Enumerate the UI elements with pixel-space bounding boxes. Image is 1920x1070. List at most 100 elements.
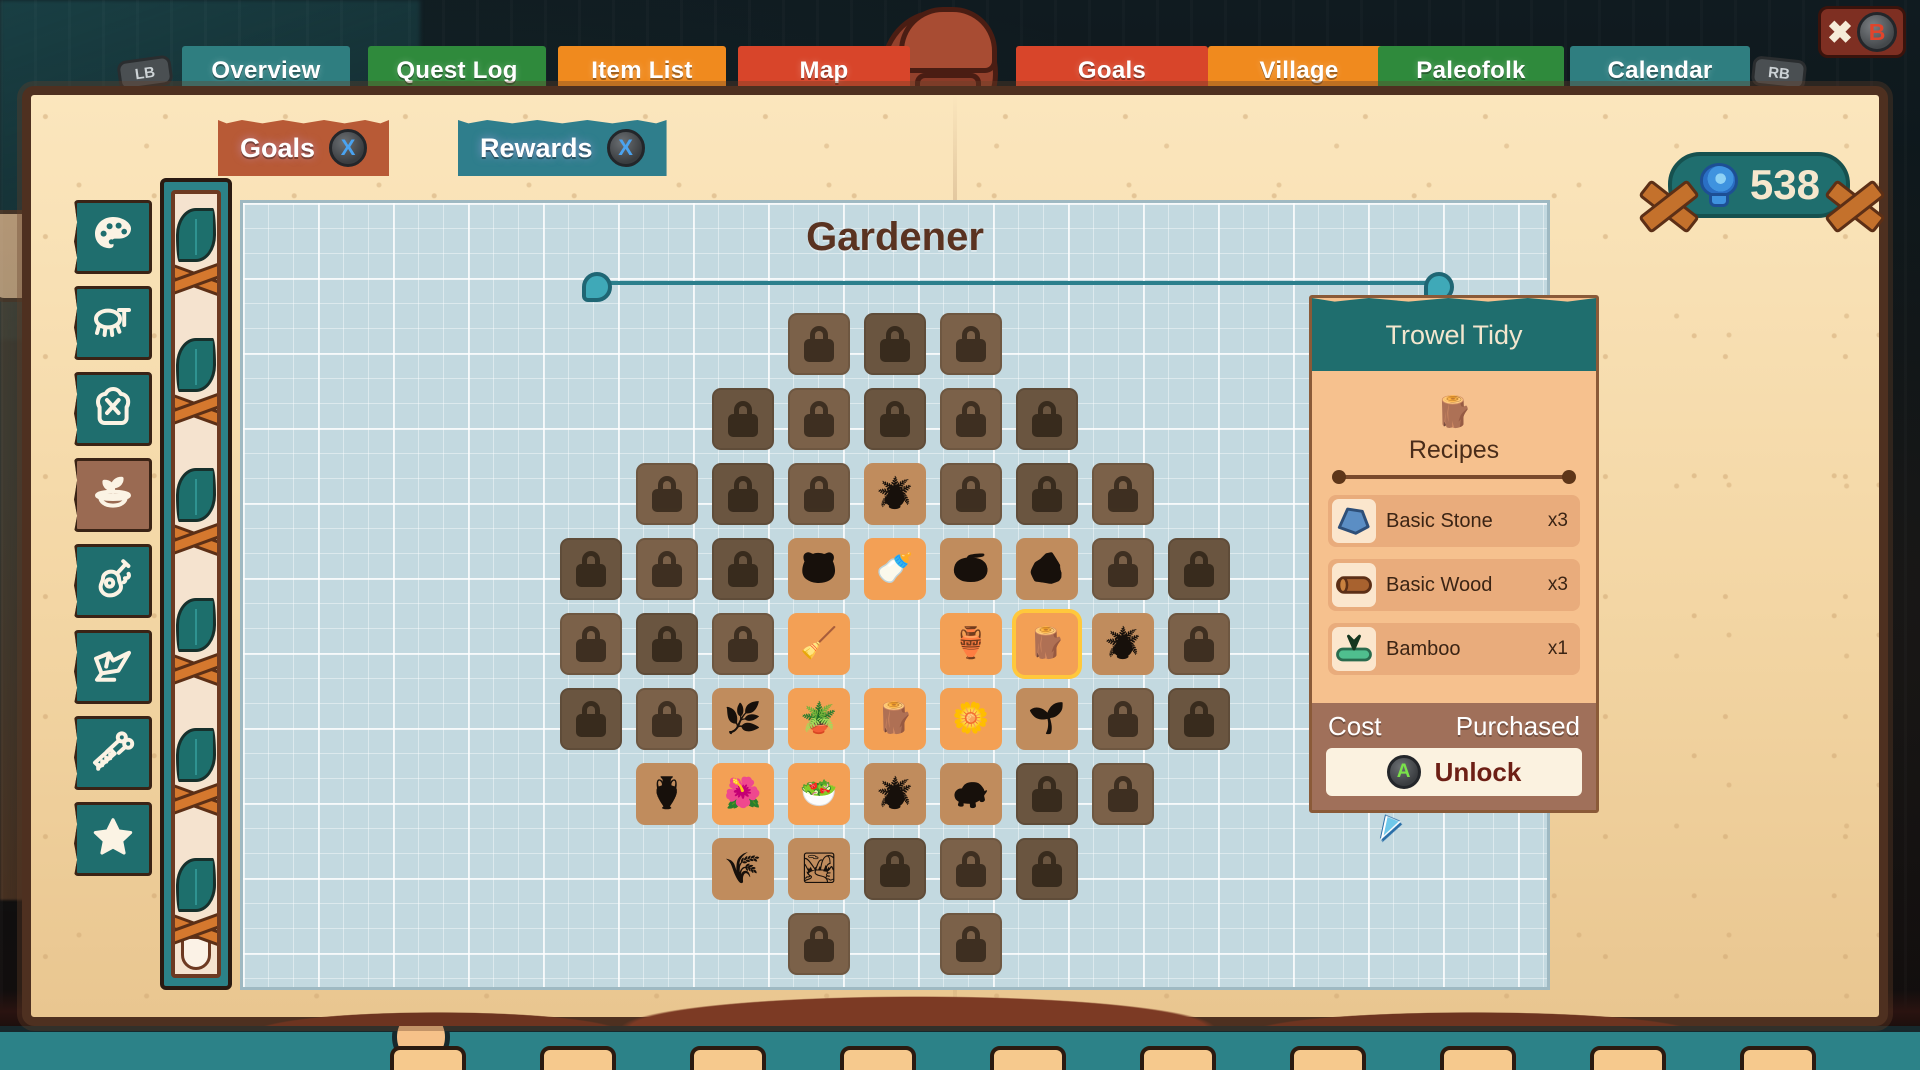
item-tile-seed-bag[interactable]: 🍼: [864, 538, 926, 600]
locked-tile[interactable]: [1168, 688, 1230, 750]
item-icon: 🪴: [876, 477, 914, 510]
hotbar-slot[interactable]: [1140, 1046, 1216, 1070]
locked-tile[interactable]: [940, 313, 1002, 375]
locked-tile[interactable]: [1092, 688, 1154, 750]
item-icon: 🥌: [952, 552, 990, 585]
locked-tile[interactable]: [636, 538, 698, 600]
locked-tile[interactable]: [1092, 763, 1154, 825]
lock-icon: [576, 551, 606, 587]
hotbar-slot[interactable]: [1290, 1046, 1366, 1070]
item-tile-herb-planter[interactable]: 🪴: [788, 688, 850, 750]
hotbar-slot[interactable]: [1740, 1046, 1816, 1070]
item-tile-spiky-plant[interactable]: 🌱: [1016, 688, 1078, 750]
locked-tile[interactable]: [788, 913, 850, 975]
item-tile-urn[interactable]: 🏺: [636, 763, 698, 825]
item-tile-bonsai[interactable]: 🪴: [1092, 613, 1154, 675]
subtab-rewards[interactable]: Rewards X: [458, 120, 667, 176]
locked-tile[interactable]: [788, 388, 850, 450]
locked-tile[interactable]: [788, 463, 850, 525]
item-tile-topiary[interactable]: 🐻: [788, 538, 850, 600]
locked-tile[interactable]: [1016, 763, 1078, 825]
item-tile-flower-trough[interactable]: 🥗: [788, 763, 850, 825]
sidebar-item-musician[interactable]: [74, 544, 152, 618]
item-tile-rake[interactable]: 🧹: [788, 613, 850, 675]
item-tile-seedling-pot[interactable]: 🪴: [864, 463, 926, 525]
locked-tile[interactable]: [712, 463, 774, 525]
item-icon: 🌼: [952, 702, 990, 735]
sidebar-item-origami[interactable]: [74, 630, 152, 704]
locked-tile[interactable]: [560, 538, 622, 600]
hotbar[interactable]: [0, 1006, 1920, 1070]
sidebar-item-archaeologist[interactable]: [74, 286, 152, 360]
item-tile-rock-garden[interactable]: 🏞: [788, 838, 850, 900]
locked-tile[interactable]: [712, 388, 774, 450]
locked-tile[interactable]: [1168, 613, 1230, 675]
lock-icon: [1032, 476, 1062, 512]
item-tile-flower-bouquet[interactable]: 🌺: [712, 763, 774, 825]
currency-right-cross-icon: [1824, 174, 1880, 230]
locked-tile[interactable]: [940, 388, 1002, 450]
item-tile-sapling[interactable]: 🌾: [712, 838, 774, 900]
locked-tile[interactable]: [940, 838, 1002, 900]
lock-icon: [728, 626, 758, 662]
locked-tile[interactable]: [940, 913, 1002, 975]
item-tile-flower-bed[interactable]: 🌼: [940, 688, 1002, 750]
unlock-button[interactable]: A Unlock: [1326, 748, 1582, 796]
locked-tile[interactable]: [636, 613, 698, 675]
locked-tile[interactable]: [712, 613, 774, 675]
x-button-icon: X: [606, 129, 645, 167]
locked-tile[interactable]: [560, 613, 622, 675]
bookmark-ribbon[interactable]: [160, 178, 232, 990]
item-tile-sprout-bowl[interactable]: 🪴: [864, 763, 926, 825]
hotbar-slot[interactable]: [390, 1046, 466, 1070]
hotbar-slot[interactable]: [840, 1046, 916, 1070]
item-tile-shrub[interactable]: 🌿: [712, 688, 774, 750]
locked-tile[interactable]: [1092, 538, 1154, 600]
item-tile-stone-pile[interactable]: 🪨: [1016, 538, 1078, 600]
item-tile-rock-basket[interactable]: 🥌: [940, 538, 1002, 600]
sidebar-item-artist[interactable]: [74, 200, 152, 274]
hotbar-slot[interactable]: [990, 1046, 1066, 1070]
subtab-goals[interactable]: Goals X: [218, 120, 390, 176]
hotbar-slot[interactable]: [1440, 1046, 1516, 1070]
item-tile-stone-frog[interactable]: 🐢: [940, 763, 1002, 825]
a-button-icon: A: [1386, 755, 1421, 789]
item-icon: 🪵: [876, 702, 914, 735]
unlock-label: Unlock: [1434, 756, 1522, 787]
item-tile-trowel-tidy[interactable]: 🪵: [1016, 613, 1078, 675]
locked-tile[interactable]: [1092, 463, 1154, 525]
sidebar-item-gardener[interactable]: [74, 458, 152, 532]
locked-tile[interactable]: [1016, 838, 1078, 900]
item-icon: 🪵: [1028, 627, 1066, 660]
sidebar-item-chef[interactable]: [74, 372, 152, 446]
recipes-divider: [1332, 470, 1576, 484]
lock-icon: [1108, 551, 1138, 587]
empty-slot: [864, 913, 926, 975]
locked-tile[interactable]: [864, 838, 926, 900]
close-button[interactable]: ✖ B: [1818, 6, 1906, 58]
locked-tile[interactable]: [1168, 538, 1230, 600]
hotbar-slot[interactable]: [690, 1046, 766, 1070]
locked-tile[interactable]: [864, 388, 926, 450]
chef-bread-icon: [89, 383, 137, 436]
locked-tile[interactable]: [636, 463, 698, 525]
locked-tile[interactable]: [940, 463, 1002, 525]
item-tile-log[interactable]: 🪵: [864, 688, 926, 750]
item-tile-watering-urn[interactable]: 🏺: [940, 613, 1002, 675]
locked-tile[interactable]: [560, 688, 622, 750]
locked-tile[interactable]: [1016, 463, 1078, 525]
locked-tile[interactable]: [1016, 388, 1078, 450]
lock-icon: [956, 476, 986, 512]
locked-tile[interactable]: [636, 688, 698, 750]
sidebar-item-barber[interactable]: [74, 716, 152, 790]
recipe-row: Bamboo x1: [1328, 623, 1580, 675]
locked-tile[interactable]: [788, 313, 850, 375]
lock-icon: [1108, 476, 1138, 512]
locked-tile[interactable]: [864, 313, 926, 375]
item-icon: 🏞: [799, 852, 839, 885]
hotbar-slot[interactable]: [540, 1046, 616, 1070]
hotbar-slot[interactable]: [1590, 1046, 1666, 1070]
sidebar-item-favourites[interactable]: [74, 802, 152, 876]
locked-tile[interactable]: [712, 538, 774, 600]
lock-icon: [956, 326, 986, 362]
